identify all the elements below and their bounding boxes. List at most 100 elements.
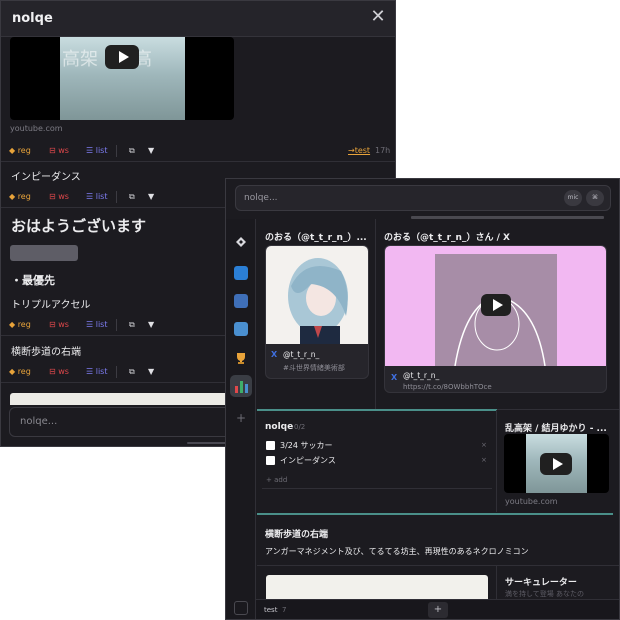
chevron-down-icon[interactable]: ▼ xyxy=(148,189,154,205)
copy-icon[interactable]: ⧉ xyxy=(129,317,135,333)
bottom-bar: test 7 + xyxy=(256,599,619,619)
x-logo-icon: X xyxy=(391,373,398,382)
timestamp: 17h xyxy=(375,146,391,155)
play-icon[interactable] xyxy=(540,453,572,475)
note-body: アンガーマネジメント及び、てるてる坊主、再現性のあるネクロノミコン xyxy=(265,547,529,556)
search-placeholder: nolqe... xyxy=(244,193,278,203)
blue-app-icon[interactable] xyxy=(234,266,248,280)
item-toolbar: ◆ reg ⊟ ws ☰ list ⧉ ▼ →test 17h xyxy=(9,143,391,159)
chevron-down-icon[interactable]: ▼ xyxy=(148,143,154,159)
divider xyxy=(496,566,497,599)
card-body: 満を持して登場 あなたの xyxy=(505,590,585,598)
plus-icon[interactable]: + xyxy=(234,411,248,425)
window-header: nolqe ✕ xyxy=(1,1,395,37)
todo-checkbox[interactable] xyxy=(266,441,275,450)
reg-button[interactable]: ◆ reg xyxy=(9,189,31,205)
chevron-down-icon[interactable]: ▼ xyxy=(148,317,154,333)
play-icon[interactable] xyxy=(481,294,511,316)
video-source: youtube.com xyxy=(505,497,558,506)
ws-button[interactable]: ⊟ ws xyxy=(49,364,69,380)
video-embed[interactable] xyxy=(504,434,609,493)
twitter-handle: @t_t_r_n_ xyxy=(403,371,440,380)
card-title: サーキュレーター xyxy=(505,578,577,588)
twitter-card[interactable]: X @t_t_r_n_ https://t.co/8OWbbhTOce xyxy=(384,245,607,393)
scrollbar[interactable] xyxy=(187,442,227,444)
sidebar: + xyxy=(226,219,256,619)
input-placeholder: nolqe... xyxy=(20,416,58,427)
item-title: インピーダンス xyxy=(11,172,81,183)
chevron-down-icon[interactable]: ▼ xyxy=(148,364,154,380)
item-title: 横断歩道の右端 xyxy=(11,347,81,358)
video-embed[interactable]: 高架 乱高 xyxy=(10,37,234,120)
ws-button[interactable]: ⊟ ws xyxy=(49,317,69,333)
reg-button[interactable]: ◆ reg xyxy=(9,364,31,380)
divider xyxy=(116,319,117,331)
search-bar: nolqe... mic ⌘ xyxy=(226,179,619,217)
chart-icon[interactable] xyxy=(230,375,252,397)
copy-icon[interactable]: ⧉ xyxy=(129,189,135,205)
divider xyxy=(1,161,395,162)
list-button[interactable]: ☰ list xyxy=(86,317,107,333)
item-toolbar: ◆ reg ⊟ ws ☰ list ⧉ ▼ xyxy=(9,364,209,380)
film-icon[interactable] xyxy=(234,294,248,308)
ws-button[interactable]: ⊟ ws xyxy=(49,143,69,159)
item-bullet: ・最優先 xyxy=(11,274,55,287)
play-icon[interactable] xyxy=(105,45,139,69)
ws-button[interactable]: ⊟ ws xyxy=(49,189,69,205)
accent-line xyxy=(257,513,613,515)
search-input[interactable]: nolqe... mic ⌘ xyxy=(235,185,611,211)
item-heading: おはようございます xyxy=(11,217,147,235)
delete-icon[interactable]: × xyxy=(481,441,487,449)
accent-line xyxy=(257,409,497,411)
video-source: youtube.com xyxy=(10,124,63,133)
divider xyxy=(116,191,117,203)
item-subtext: トリプルアクセル xyxy=(11,300,91,311)
card-title: のおる（@t_t_r_n_）... xyxy=(265,233,367,243)
reg-button[interactable]: ◆ reg xyxy=(9,143,31,159)
card-row: のおる（@t_t_r_n_）... X @t_t_r_n_ #斗世界情緒美術部 … xyxy=(257,219,619,409)
divider xyxy=(116,366,117,378)
list-button[interactable]: ☰ list xyxy=(86,189,107,205)
mic-button[interactable]: mic xyxy=(564,190,582,206)
divider xyxy=(116,145,117,157)
add-todo-button[interactable]: + add xyxy=(266,476,287,484)
list-title: nolqe xyxy=(265,422,294,432)
twitter-handle: @t_t_r_n_ xyxy=(283,350,320,359)
diamond-icon[interactable] xyxy=(234,234,248,248)
x-logo-icon: X xyxy=(271,350,278,359)
card-title: のおる（@t_t_r_n_）さん / X xyxy=(384,233,510,243)
divider xyxy=(257,565,619,566)
video-title: 乱高架 / 結月ゆかり - ... xyxy=(505,424,607,434)
copy-icon[interactable]: ⧉ xyxy=(129,143,135,159)
todo-item: インピーダンス xyxy=(280,456,336,465)
item-toolbar: ◆ reg ⊟ ws ☰ list ⧉ ▼ xyxy=(9,317,209,333)
twitter-bio: #斗世界情緒美術部 xyxy=(283,364,345,372)
profile-image xyxy=(266,246,368,344)
list-count: 0/2 xyxy=(294,423,306,431)
reg-button[interactable]: ◆ reg xyxy=(9,317,31,333)
list-button[interactable]: ☰ list xyxy=(86,364,107,380)
grid-icon[interactable] xyxy=(234,601,248,615)
window-title: nolqe xyxy=(12,11,53,26)
divider xyxy=(375,219,376,409)
twitter-card[interactable]: X @t_t_r_n_ #斗世界情緒美術部 xyxy=(265,245,369,379)
todo-item: 3/24 サッカー xyxy=(280,441,333,450)
laptop-icon[interactable] xyxy=(234,322,248,336)
close-icon[interactable]: ✕ xyxy=(369,7,387,27)
list-button[interactable]: ☰ list xyxy=(86,143,107,159)
divider xyxy=(496,410,497,512)
workspace-count: 7 xyxy=(282,606,287,614)
link-test[interactable]: →test xyxy=(348,143,370,159)
todo-checkbox[interactable] xyxy=(266,456,275,465)
item-toolbar: ◆ reg ⊟ ws ☰ list ⧉ ▼ xyxy=(9,189,209,205)
overlay-window: nolqe... mic ⌘ + のおる（@t_t_r_n_）... X @t_… xyxy=(225,178,620,620)
divider xyxy=(262,488,492,489)
tweet-link[interactable]: https://t.co/8OWbbhTOce xyxy=(403,383,492,391)
trophy-icon[interactable] xyxy=(234,350,248,364)
command-button[interactable]: ⌘ xyxy=(586,190,604,206)
redacted-block xyxy=(10,245,78,261)
add-workspace-button[interactable]: + xyxy=(428,602,448,618)
copy-icon[interactable]: ⧉ xyxy=(129,364,135,380)
workspace-label[interactable]: test xyxy=(264,606,277,614)
delete-icon[interactable]: × xyxy=(481,456,487,464)
